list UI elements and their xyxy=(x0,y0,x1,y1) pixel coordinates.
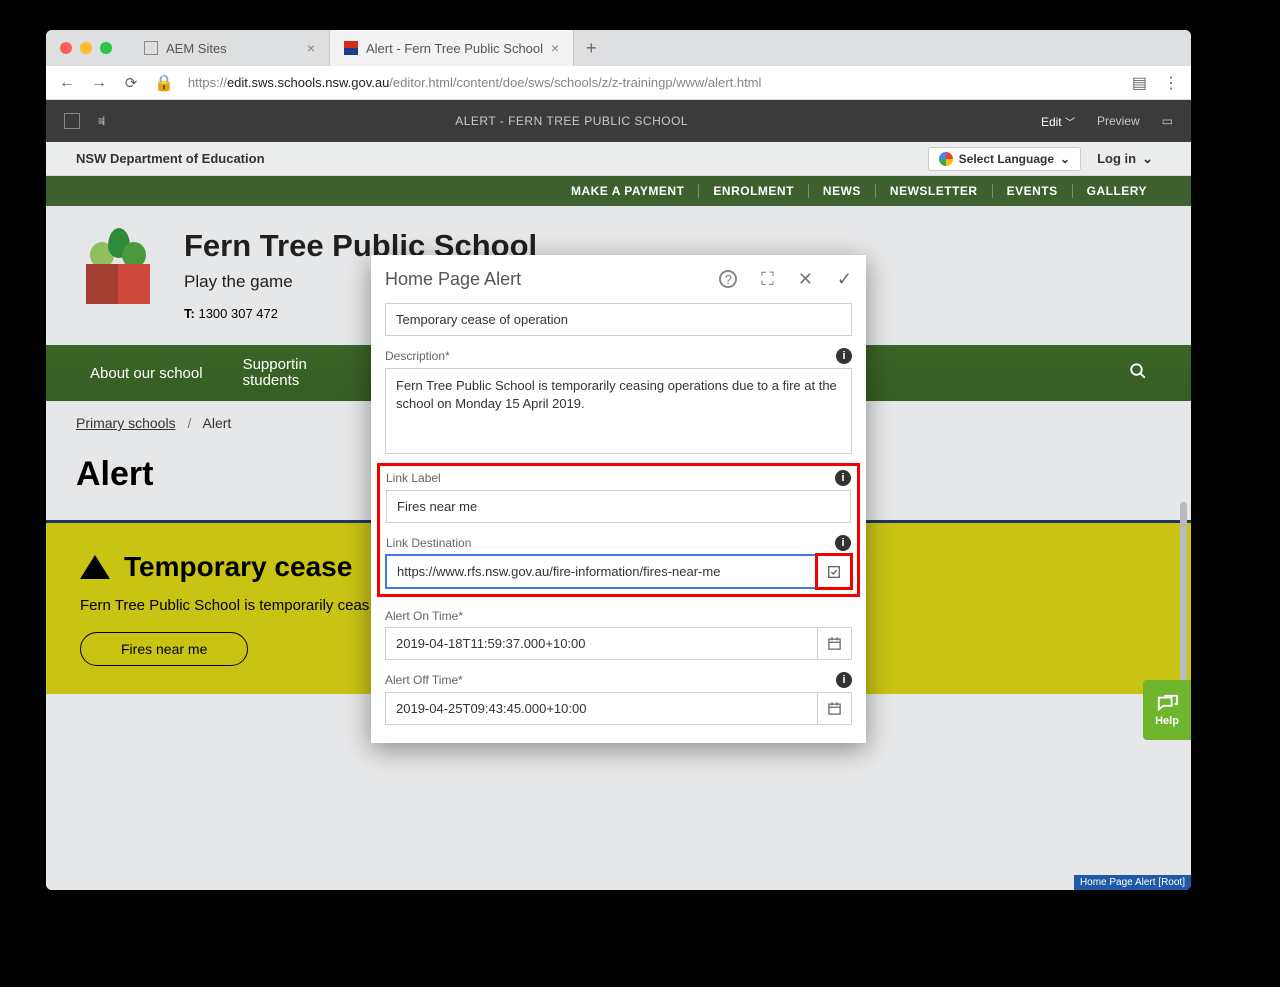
alert-off-label: Alert Off Time* xyxy=(385,673,463,687)
reload-button[interactable]: ⟳ xyxy=(122,74,140,92)
info-icon[interactable]: i xyxy=(836,348,852,364)
info-icon[interactable]: i xyxy=(836,672,852,688)
search-icon[interactable] xyxy=(1129,362,1147,385)
browser-tab[interactable]: AEM Sites × xyxy=(130,30,330,66)
window-controls xyxy=(60,42,112,54)
browser-tab[interactable]: Alert - Fern Tree Public School × xyxy=(330,30,574,66)
alert-on-field[interactable] xyxy=(385,627,818,660)
home-page-alert-dialog: Home Page Alert ? ⛶ ✕ ✓ Description* i Fe… xyxy=(371,255,866,743)
highlighted-link-group: Link Label i Link Destination i xyxy=(377,463,860,597)
link-destination-label: Link Destination xyxy=(386,536,471,550)
util-link[interactable]: NEWSLETTER xyxy=(876,184,993,198)
util-link[interactable]: NEWS xyxy=(809,184,876,198)
zoom-window[interactable] xyxy=(100,42,112,54)
google-icon xyxy=(939,152,953,166)
browser-tabs: AEM Sites × Alert - Fern Tree Public Sch… xyxy=(130,30,1191,66)
tab-label: Alert - Fern Tree Public School xyxy=(366,41,543,56)
chevron-down-icon: ⌄ xyxy=(1060,152,1070,166)
help-widget[interactable]: Help xyxy=(1143,680,1191,740)
link-label-label: Link Label xyxy=(386,471,441,485)
department-bar: NSW Department of Education Select Langu… xyxy=(46,142,1191,176)
title-field[interactable] xyxy=(385,303,852,336)
language-select[interactable]: Select Language ⌄ xyxy=(928,147,1081,171)
warning-icon xyxy=(80,555,110,579)
util-link[interactable]: ENROLMENT xyxy=(699,184,809,198)
nav-supporting[interactable]: Supportin students xyxy=(243,357,307,390)
titlebar: AEM Sites × Alert - Fern Tree Public Sch… xyxy=(46,30,1191,66)
info-icon[interactable]: i xyxy=(835,535,851,551)
alert-link-button[interactable]: Fires near me xyxy=(80,632,248,666)
edit-mode-select[interactable]: Edit ﹀ xyxy=(1041,114,1075,129)
link-destination-field[interactable] xyxy=(386,555,817,588)
help-icon[interactable]: ? xyxy=(719,270,737,288)
crumb-root[interactable]: Primary schools xyxy=(76,415,176,431)
menu-icon[interactable]: ⋮ xyxy=(1163,73,1179,93)
annotate-icon[interactable]: ▭ xyxy=(1162,114,1173,128)
aem-toolbar: ≡⁞ ALERT - FERN TREE PUBLIC SCHOOL Edit … xyxy=(46,100,1191,142)
close-tab-icon[interactable]: × xyxy=(307,40,315,56)
dialog-title: Home Page Alert xyxy=(385,269,521,290)
chevron-down-icon: ⌄ xyxy=(1142,151,1153,167)
lock-icon: 🔒 xyxy=(154,73,174,93)
fullscreen-icon[interactable]: ⛶ xyxy=(761,269,774,290)
back-button[interactable]: ← xyxy=(58,74,76,92)
close-icon[interactable]: ✕ xyxy=(798,269,813,290)
util-link[interactable]: GALLERY xyxy=(1073,184,1161,198)
info-icon[interactable]: i xyxy=(835,470,851,486)
link-label-field[interactable] xyxy=(386,490,851,523)
address-bar: ← → ⟳ 🔒 https://edit.sws.schools.nsw.gov… xyxy=(46,66,1191,100)
page-icon xyxy=(344,41,358,55)
department-label: NSW Department of Education xyxy=(76,151,265,166)
open-picker-button[interactable] xyxy=(817,555,851,588)
forward-button[interactable]: → xyxy=(90,74,108,92)
side-panel-icon[interactable] xyxy=(64,113,80,129)
calendar-icon[interactable] xyxy=(818,692,852,725)
profile-icon[interactable]: ▤ xyxy=(1132,73,1147,93)
scrollbar[interactable] xyxy=(1180,502,1187,682)
aem-page-title: ALERT - FERN TREE PUBLIC SCHOOL xyxy=(102,114,1041,128)
new-tab-button[interactable]: + xyxy=(574,30,608,66)
crumb-current: Alert xyxy=(203,415,232,431)
page-icon xyxy=(144,41,158,55)
tab-label: AEM Sites xyxy=(166,41,227,56)
nav-about[interactable]: About our school xyxy=(90,365,203,382)
description-label: Description* xyxy=(385,349,450,363)
login-button[interactable]: Log in ⌄ xyxy=(1089,151,1161,167)
done-icon[interactable]: ✓ xyxy=(837,269,852,290)
chevron-down-icon: ﹀ xyxy=(1065,118,1075,129)
school-logo xyxy=(80,228,156,304)
component-root-label: Home Page Alert [Root] xyxy=(1074,875,1191,890)
alert-off-field[interactable] xyxy=(385,692,818,725)
url-field[interactable]: https://edit.sws.schools.nsw.gov.au/edit… xyxy=(188,75,1118,90)
preview-button[interactable]: Preview xyxy=(1097,114,1140,128)
alert-on-label: Alert On Time* xyxy=(385,609,463,623)
close-tab-icon[interactable]: × xyxy=(551,40,559,56)
dialog-header: Home Page Alert ? ⛶ ✕ ✓ xyxy=(371,255,866,303)
close-window[interactable] xyxy=(60,42,72,54)
calendar-icon[interactable] xyxy=(818,627,852,660)
browser-window: AEM Sites × Alert - Fern Tree Public Sch… xyxy=(46,30,1191,890)
util-link[interactable]: EVENTS xyxy=(993,184,1073,198)
minimize-window[interactable] xyxy=(80,42,92,54)
util-link[interactable]: MAKE A PAYMENT xyxy=(557,184,699,198)
utility-nav: MAKE A PAYMENT ENROLMENT NEWS NEWSLETTER… xyxy=(46,176,1191,206)
description-field[interactable]: Fern Tree Public School is temporarily c… xyxy=(385,368,852,454)
